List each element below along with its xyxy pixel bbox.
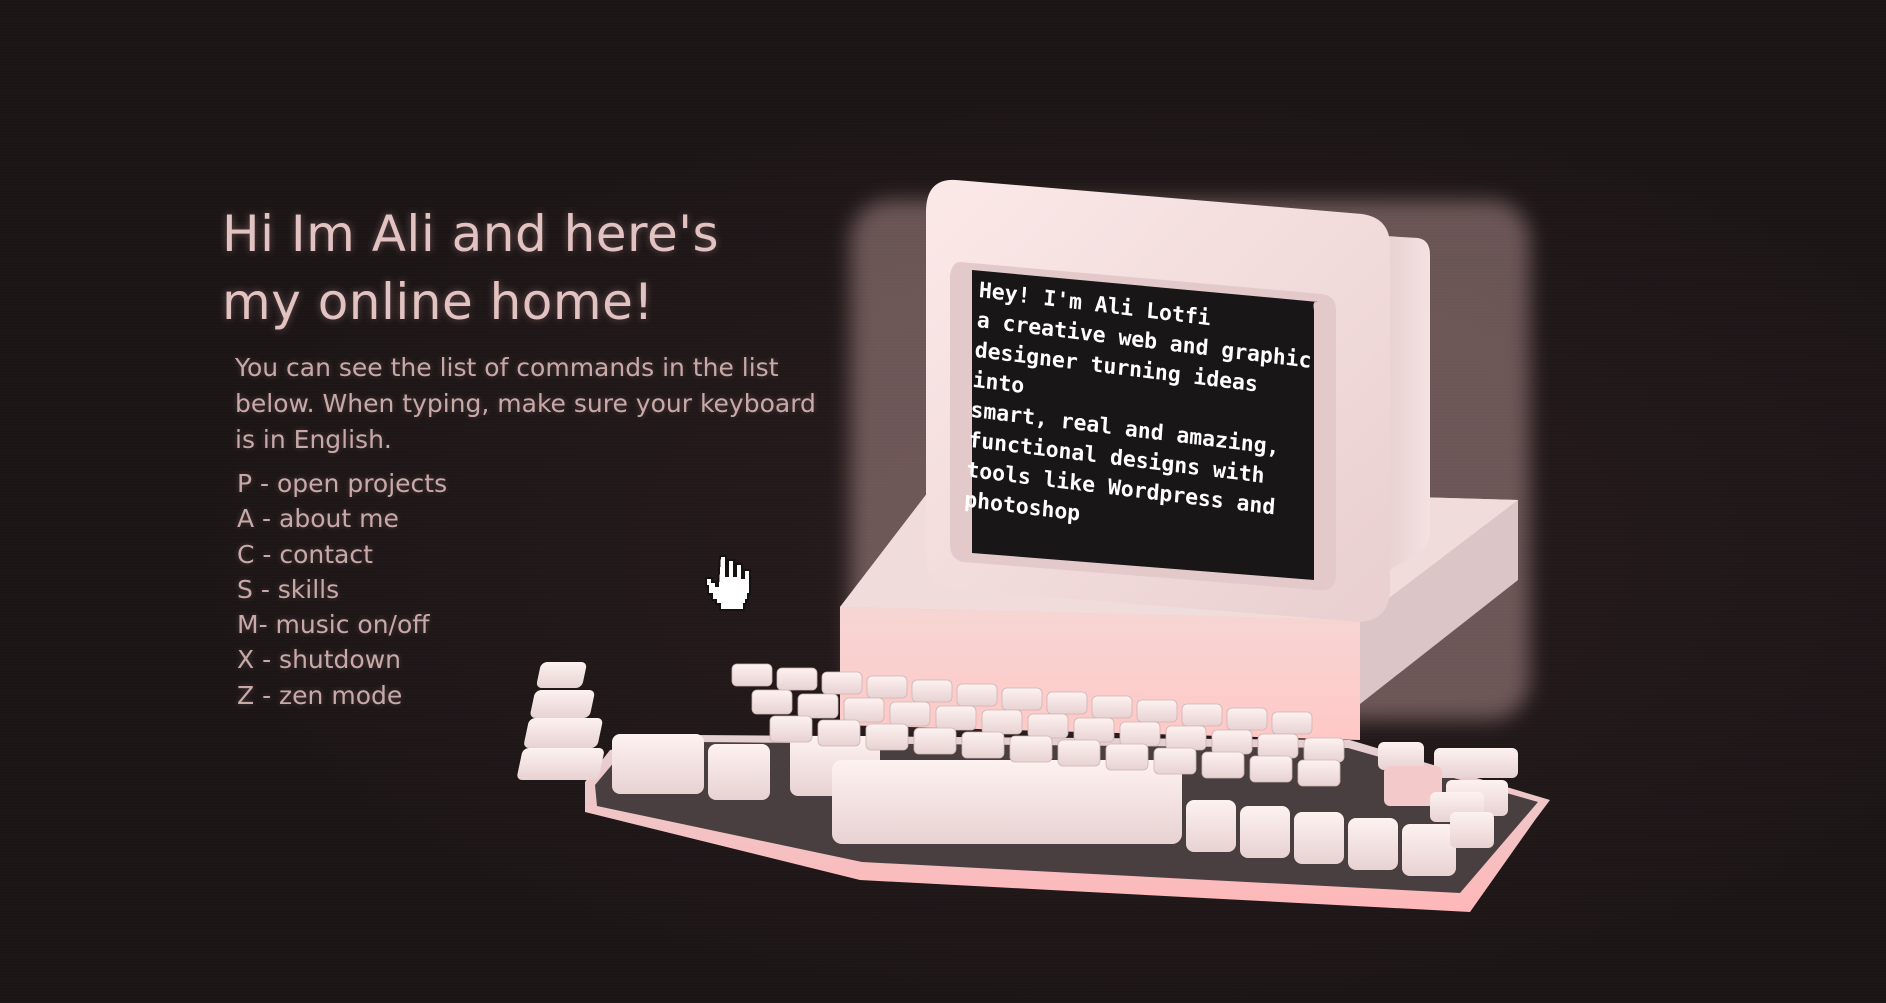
keycap[interactable] [1271, 711, 1313, 735]
keycap[interactable] [769, 715, 813, 743]
keycap[interactable] [1249, 755, 1293, 783]
computer-scene[interactable] [0, 0, 1886, 1003]
keycap[interactable] [956, 683, 998, 707]
keycap[interactable] [731, 663, 773, 687]
hand-pointer-icon [705, 555, 751, 611]
keycap[interactable] [911, 679, 953, 703]
keycap[interactable] [843, 697, 885, 723]
keycap[interactable] [1105, 743, 1149, 771]
keycap[interactable] [1181, 703, 1223, 727]
keycap[interactable] [797, 693, 839, 719]
keycap[interactable] [889, 701, 931, 727]
keycap[interactable] [865, 723, 909, 751]
keycap[interactable] [1303, 737, 1345, 763]
keycap[interactable] [1001, 687, 1043, 711]
keycap[interactable] [821, 671, 863, 695]
keycap[interactable] [1211, 729, 1253, 755]
keycap[interactable] [1119, 721, 1161, 747]
keycap[interactable] [935, 705, 977, 731]
keycap[interactable] [961, 731, 1005, 759]
keycap[interactable] [1201, 751, 1245, 779]
keycap[interactable] [1091, 695, 1133, 719]
keycap[interactable] [1257, 733, 1299, 759]
keycap[interactable] [776, 667, 818, 691]
keycap[interactable] [1073, 717, 1115, 743]
keycap[interactable] [1057, 739, 1101, 767]
keycap[interactable] [1027, 713, 1069, 739]
keycap[interactable] [1226, 707, 1268, 731]
keycap[interactable] [1297, 759, 1341, 787]
keycap[interactable] [1165, 725, 1207, 751]
monitor-screen-text: Hey! I'm Ali Lotfi a creative web and gr… [963, 277, 1313, 527]
keycap[interactable] [1136, 699, 1178, 723]
keycap[interactable] [913, 727, 957, 755]
keycap[interactable] [817, 719, 861, 747]
keycap[interactable] [1046, 691, 1088, 715]
keycap[interactable] [1153, 747, 1197, 775]
keycap[interactable] [751, 689, 793, 715]
keycap[interactable] [1009, 735, 1053, 763]
keycap[interactable] [981, 709, 1023, 735]
keycap[interactable] [866, 675, 908, 699]
